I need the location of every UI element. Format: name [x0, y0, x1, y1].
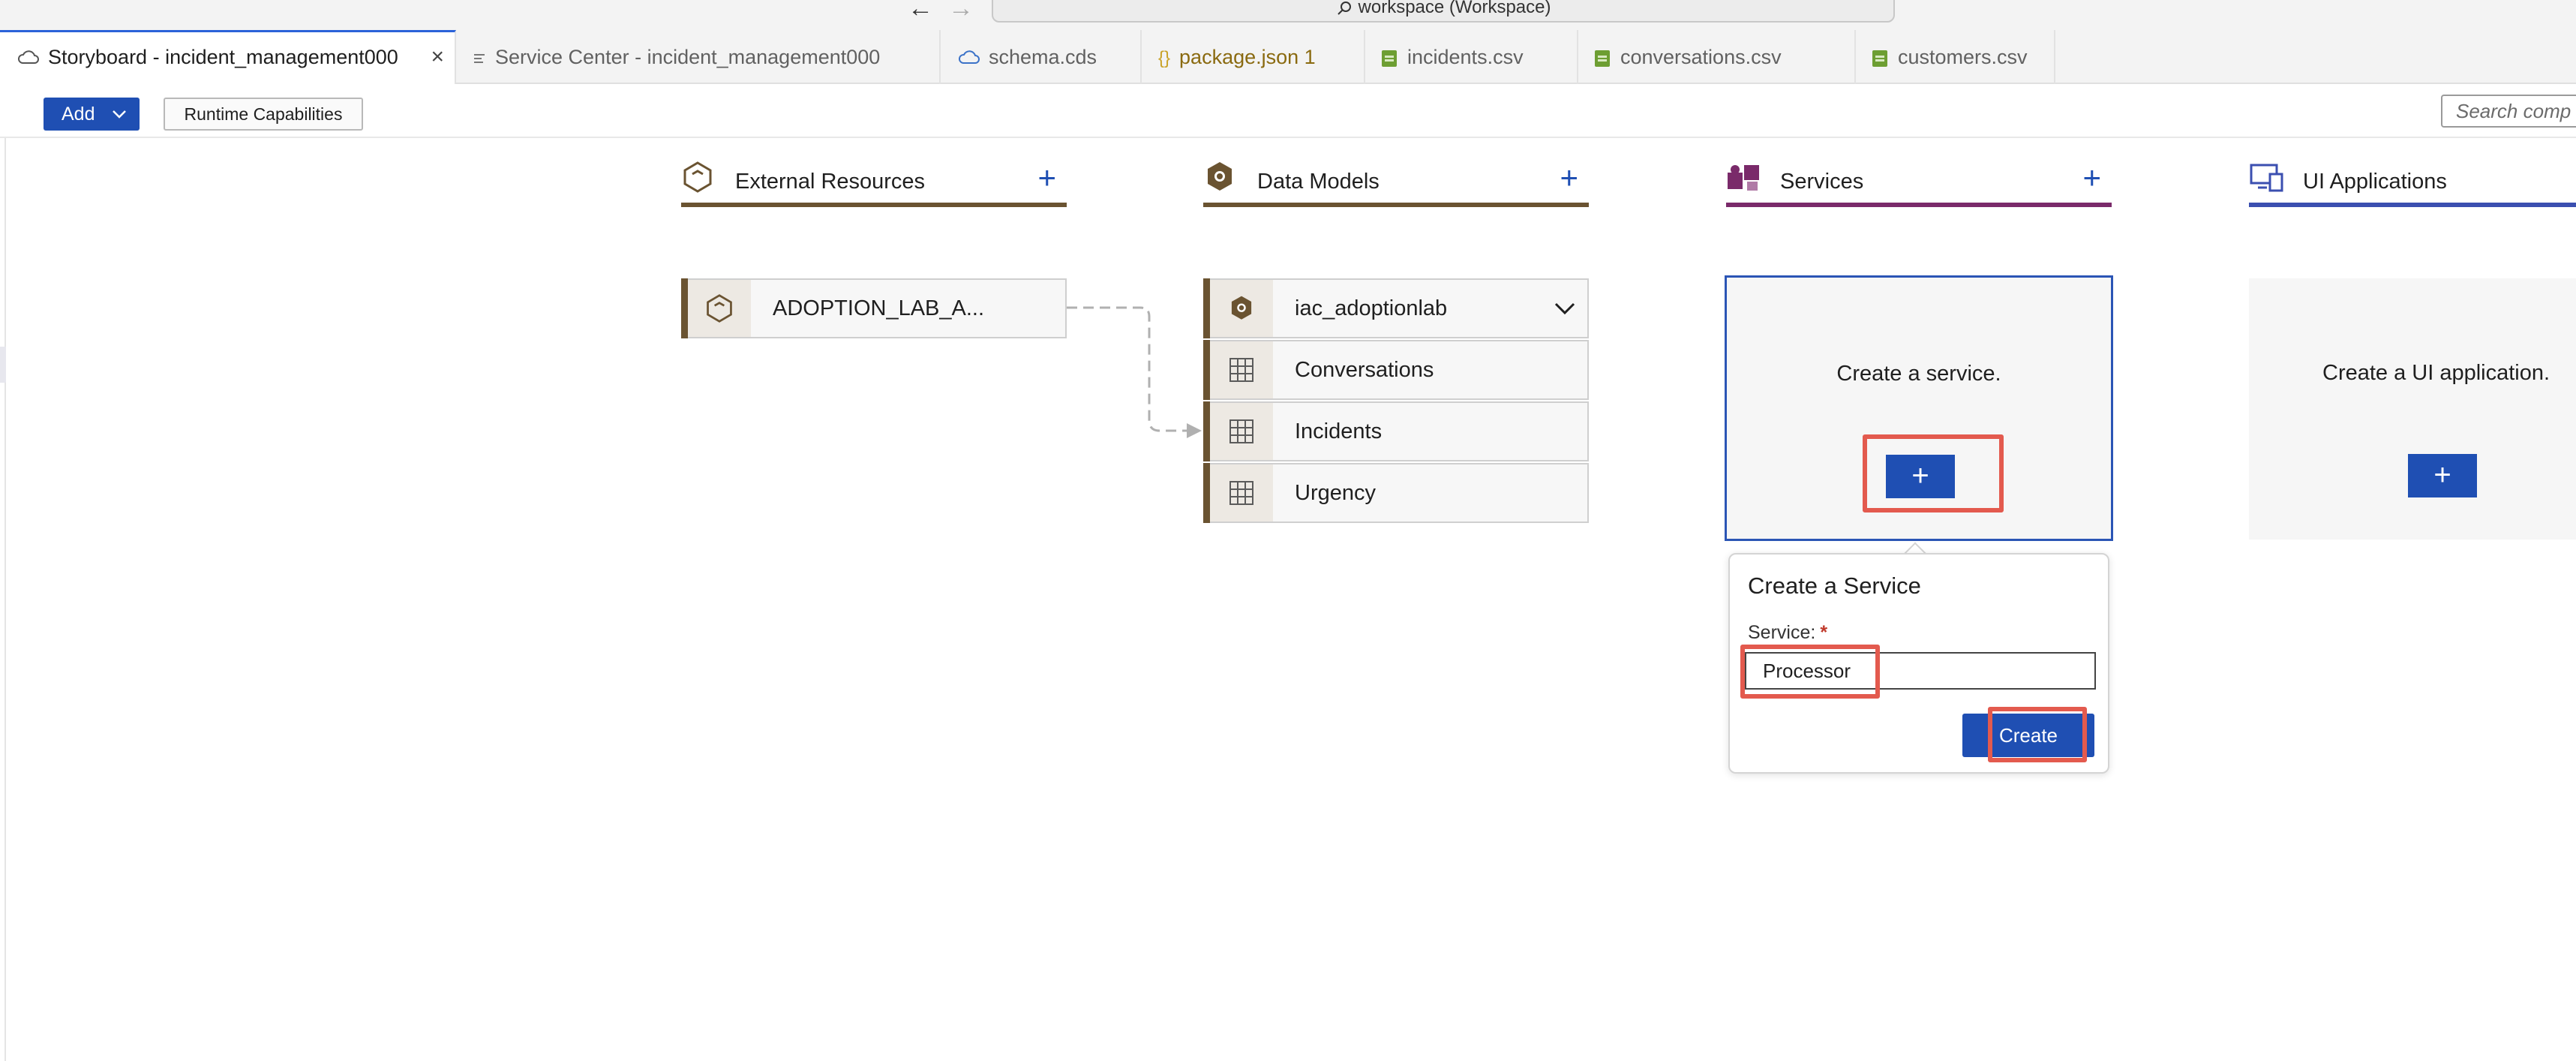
tab-service-center[interactable]: Service Center - incident_management000	[456, 30, 941, 84]
create-ui-app-plus-button[interactable]: +	[2408, 454, 2477, 497]
create-ui-app-message: Create a UI application.	[2322, 361, 2550, 385]
card-accent-bar	[681, 278, 688, 338]
braces-icon: {}	[1158, 47, 1171, 68]
csv-icon	[1382, 50, 1397, 67]
storyboard-toolbar: Add Runtime Capabilities Search comp	[0, 84, 2576, 138]
csv-icon	[1595, 50, 1610, 67]
popover-title: Create a Service	[1748, 573, 1921, 599]
external-resource-card[interactable]: ADOPTION_LAB_A...	[681, 278, 1067, 338]
highlight-box	[1863, 434, 2004, 512]
editor-tab-bar: Storyboard - incident_management000 × Se…	[0, 30, 2576, 84]
connector-arrow	[1067, 306, 1202, 438]
tab-incidents-csv[interactable]: incidents.csv	[1365, 30, 1578, 84]
card-accent-bar	[1203, 463, 1210, 523]
add-service-header-button[interactable]: +	[2082, 162, 2101, 194]
service-field-label: Service: *	[1748, 622, 1827, 644]
add-button-label: Add	[62, 104, 95, 125]
command-center-label: workspace (Workspace)	[1358, 0, 1551, 17]
tab-conversations-csv[interactable]: conversations.csv	[1578, 30, 1856, 84]
csv-icon	[1872, 50, 1887, 67]
card-accent-bar	[1203, 340, 1210, 400]
column-services: Services +	[1726, 150, 2112, 210]
cloud-icon	[17, 34, 39, 83]
entity-label: Conversations	[1295, 358, 1434, 382]
activity-edge	[0, 138, 6, 1061]
column-underline	[1726, 203, 2112, 207]
storyboard-window: ← → workspace (Workspace) Storyboard - i…	[0, 0, 2576, 1061]
column-underline	[2249, 203, 2576, 207]
cloud-icon	[957, 32, 980, 86]
service-label-text: Service:	[1748, 622, 1816, 643]
add-external-resource-button[interactable]: +	[1037, 162, 1056, 194]
entity-label: Incidents	[1295, 419, 1383, 443]
tab-label: Service Center - incident_management000	[495, 46, 881, 68]
table-icon	[1210, 464, 1273, 521]
search-components-input[interactable]: Search comp	[2441, 95, 2576, 128]
devices-icon	[2249, 161, 2285, 197]
cube-outline-icon	[688, 280, 751, 337]
back-arrow-icon[interactable]: ←	[908, 0, 933, 21]
create-service-message: Create a service.	[1836, 362, 2001, 386]
card-accent-bar	[1203, 401, 1210, 461]
tab-package-json[interactable]: {} package.json 1	[1142, 30, 1365, 84]
data-model-name: iac_adoptionlab	[1295, 296, 1448, 320]
tab-label: Storyboard - incident_management000	[48, 46, 398, 68]
column-title: Data Models	[1257, 170, 1380, 194]
puzzle-icon	[1726, 161, 1762, 197]
create-ui-app-card[interactable]: Create a UI application. +	[2249, 278, 2576, 540]
column-data-models: Data Models +	[1203, 150, 1589, 210]
external-resource-label: ADOPTION_LAB_A...	[773, 296, 985, 320]
tab-label: package.json 1	[1179, 46, 1316, 68]
data-model-header-card[interactable]: iac_adoptionlab	[1203, 278, 1589, 338]
cubes-icon	[1203, 161, 1236, 197]
add-data-model-button[interactable]: +	[1560, 162, 1578, 194]
list-icon	[473, 32, 486, 86]
entity-row-conversations[interactable]: Conversations	[1203, 340, 1589, 400]
tab-customers-csv[interactable]: customers.csv	[1856, 30, 2055, 84]
highlight-box	[1988, 707, 2087, 762]
title-bar: ← → workspace (Workspace)	[0, 0, 2576, 30]
entity-row-incidents[interactable]: Incidents	[1203, 401, 1589, 461]
forward-arrow-icon[interactable]: →	[948, 0, 974, 21]
command-center[interactable]: workspace (Workspace)	[992, 0, 1895, 23]
column-title: Services	[1780, 170, 1864, 194]
highlight-box	[1740, 645, 1880, 699]
tab-label: incidents.csv	[1407, 46, 1524, 68]
tab-label: conversations.csv	[1620, 46, 1782, 68]
chevron-down-icon	[111, 98, 128, 141]
close-icon[interactable]: ×	[431, 32, 444, 82]
cube-outline-icon	[681, 161, 714, 197]
column-underline	[681, 203, 1067, 207]
column-external-resources: External Resources +	[681, 150, 1067, 210]
activity-marker	[0, 347, 6, 383]
table-icon	[1210, 403, 1273, 460]
cubes-icon	[1210, 280, 1273, 337]
tab-label: schema.cds	[989, 46, 1097, 68]
runtime-capabilities-button[interactable]: Runtime Capabilities	[164, 98, 363, 131]
add-button[interactable]: Add	[44, 98, 140, 131]
tab-label: customers.csv	[1898, 46, 2028, 68]
column-ui-applications: UI Applications	[2249, 150, 2576, 210]
entity-label: Urgency	[1295, 481, 1376, 505]
table-icon	[1210, 341, 1273, 398]
chevron-down-icon[interactable]	[1553, 296, 1577, 324]
entity-row-urgency[interactable]: Urgency	[1203, 463, 1589, 523]
required-marker: *	[1820, 622, 1828, 643]
column-underline	[1203, 203, 1589, 207]
search-icon	[1337, 1, 1351, 15]
tab-storyboard[interactable]: Storyboard - incident_management000 ×	[0, 30, 456, 84]
card-accent-bar	[1203, 278, 1210, 338]
tab-schema-cds[interactable]: schema.cds	[941, 30, 1142, 84]
column-title: External Resources	[735, 170, 926, 194]
column-title: UI Applications	[2303, 170, 2447, 194]
